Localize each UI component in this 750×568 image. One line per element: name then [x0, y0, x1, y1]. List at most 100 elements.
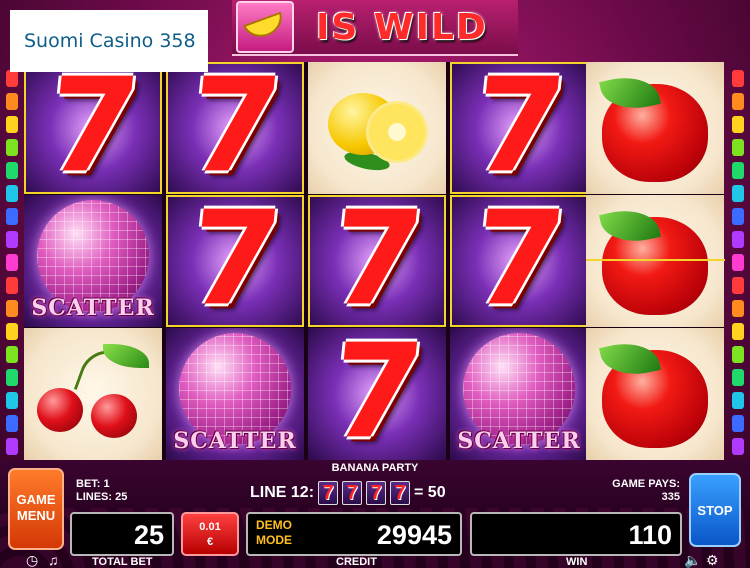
win-value: 110 [628, 520, 672, 550]
stop-button[interactable]: STOP [689, 473, 741, 547]
line-symbol: 7 [318, 481, 339, 505]
cherry-icon [33, 341, 153, 444]
banana-wild-icon [236, 1, 294, 53]
seven-icon: 7 [181, 195, 289, 327]
coin-value-button[interactable]: 0.01 € [181, 512, 239, 556]
light-bulb [6, 323, 18, 340]
menu-label-1: GAME [16, 492, 56, 507]
light-bulb [732, 70, 744, 87]
credit-value: 29945 [376, 520, 452, 550]
demo-label-2: MODE [256, 533, 292, 547]
light-bulb [732, 231, 744, 248]
sound-icon[interactable]: 🔈 [684, 552, 701, 568]
light-bulb [732, 162, 744, 179]
coin-value: 0.01 [199, 521, 221, 533]
light-bulb [6, 415, 18, 432]
wild-banner-text: IS WILD [316, 6, 488, 48]
line-symbol: 7 [390, 481, 411, 505]
total-bet-label: TOTAL BET [92, 556, 153, 568]
light-bulb [6, 185, 18, 202]
light-bulb [6, 369, 18, 386]
symbol-scatter: SCATTER [166, 328, 304, 460]
reel-3: 77 [308, 62, 446, 460]
light-bulb [732, 139, 744, 156]
symbol-cherry [24, 328, 162, 460]
seven-icon: 7 [323, 195, 431, 327]
lines-text: LINES: 25 [76, 491, 128, 503]
seven-icon: 7 [465, 195, 573, 327]
reel-4: 7 7 SCATTER [450, 62, 588, 460]
lemon-icon [322, 83, 432, 174]
slot-game-screen: IS WILD 7 SCATTER 7 7 SCATTER 7 7 7 7 SCATTER Suo… [0, 0, 750, 568]
light-bulb [732, 93, 744, 110]
symbol-scatter: SCATTER [24, 195, 162, 327]
light-bulb [732, 438, 744, 455]
win-label: WIN [566, 556, 588, 568]
menu-label-2: MENU [16, 508, 56, 523]
reel-5 [586, 62, 724, 460]
demo-mode-label: DEMO MODE [256, 518, 292, 548]
light-bulb [732, 254, 744, 271]
line-win-label: LINE 12: [250, 484, 315, 501]
symbol-seven: 7 [308, 328, 446, 460]
line-symbol: 7 [366, 481, 387, 505]
light-bulb [732, 116, 744, 133]
light-bulb [6, 300, 18, 317]
line-symbol: 7 [342, 481, 363, 505]
brand-label: Suomi Casino 358 [10, 10, 208, 72]
scatter-label: SCATTER [31, 295, 155, 321]
symbol-apple [586, 328, 724, 460]
light-bulb [6, 139, 18, 156]
light-bulb [6, 162, 18, 179]
bet-text: BET: 1 [76, 478, 110, 490]
game-pays-info: GAME PAYS: 335 [604, 478, 680, 504]
scatter-label: SCATTER [173, 428, 297, 454]
symbol-seven: 7 [24, 62, 162, 194]
stop-label: STOP [697, 502, 733, 518]
seven-icon: 7 [465, 62, 573, 194]
clock-icon[interactable]: ◷ [26, 552, 38, 568]
symbol-apple [586, 62, 724, 194]
light-bulb [732, 185, 744, 202]
light-bulb [732, 392, 744, 409]
right-light-strip [729, 62, 747, 462]
game-title: BANANA PARTY [331, 462, 419, 474]
control-panel: GAME MENU BET: 1 LINES: 25 BANANA PARTY … [0, 460, 750, 568]
settings-icon[interactable]: ⚙ [706, 552, 719, 568]
brand-text: Suomi Casino 358 [24, 30, 196, 52]
total-bet-value: 25 [133, 520, 164, 550]
bet-info: BET: 1 LINES: 25 [76, 478, 127, 504]
total-bet-box[interactable]: 25 [70, 512, 174, 556]
light-bulb [6, 277, 18, 294]
credit-label: CREDIT [336, 556, 377, 568]
reel-area: 7 SCATTER 7 7 SCATTER 7 7 7 7 SCATTER [24, 62, 725, 460]
reel-2: 7 7 SCATTER [166, 62, 304, 460]
demo-label-1: DEMO [256, 518, 292, 532]
seven-icon: 7 [323, 328, 431, 460]
game-menu-button[interactable]: GAME MENU [8, 468, 64, 550]
light-bulb [6, 438, 18, 455]
light-bulb [6, 93, 18, 110]
symbol-seven: 7 [450, 62, 588, 194]
payline-marker [586, 259, 725, 261]
line-win-value: = 50 [414, 484, 446, 501]
line-win-display: LINE 12: 7 7 7 7 = 50 [250, 480, 446, 506]
light-bulb [6, 116, 18, 133]
left-light-strip [3, 62, 21, 462]
light-bulb [6, 392, 18, 409]
reel-1: 7 SCATTER [24, 62, 162, 460]
symbol-apple [586, 195, 724, 327]
seven-icon: 7 [39, 62, 147, 194]
light-bulb [732, 415, 744, 432]
wild-banner: IS WILD [232, 0, 518, 56]
scatter-label: SCATTER [457, 428, 581, 454]
symbol-seven: 7 [166, 62, 304, 194]
music-icon[interactable]: ♫ [48, 552, 59, 568]
symbol-scatter: SCATTER [450, 328, 588, 460]
symbol-seven: 7 [166, 195, 304, 327]
credit-box: DEMO MODE 29945 [246, 512, 462, 556]
symbol-seven: 7 [450, 195, 588, 327]
light-bulb [732, 300, 744, 317]
light-bulb [6, 70, 18, 87]
light-bulb [732, 369, 744, 386]
